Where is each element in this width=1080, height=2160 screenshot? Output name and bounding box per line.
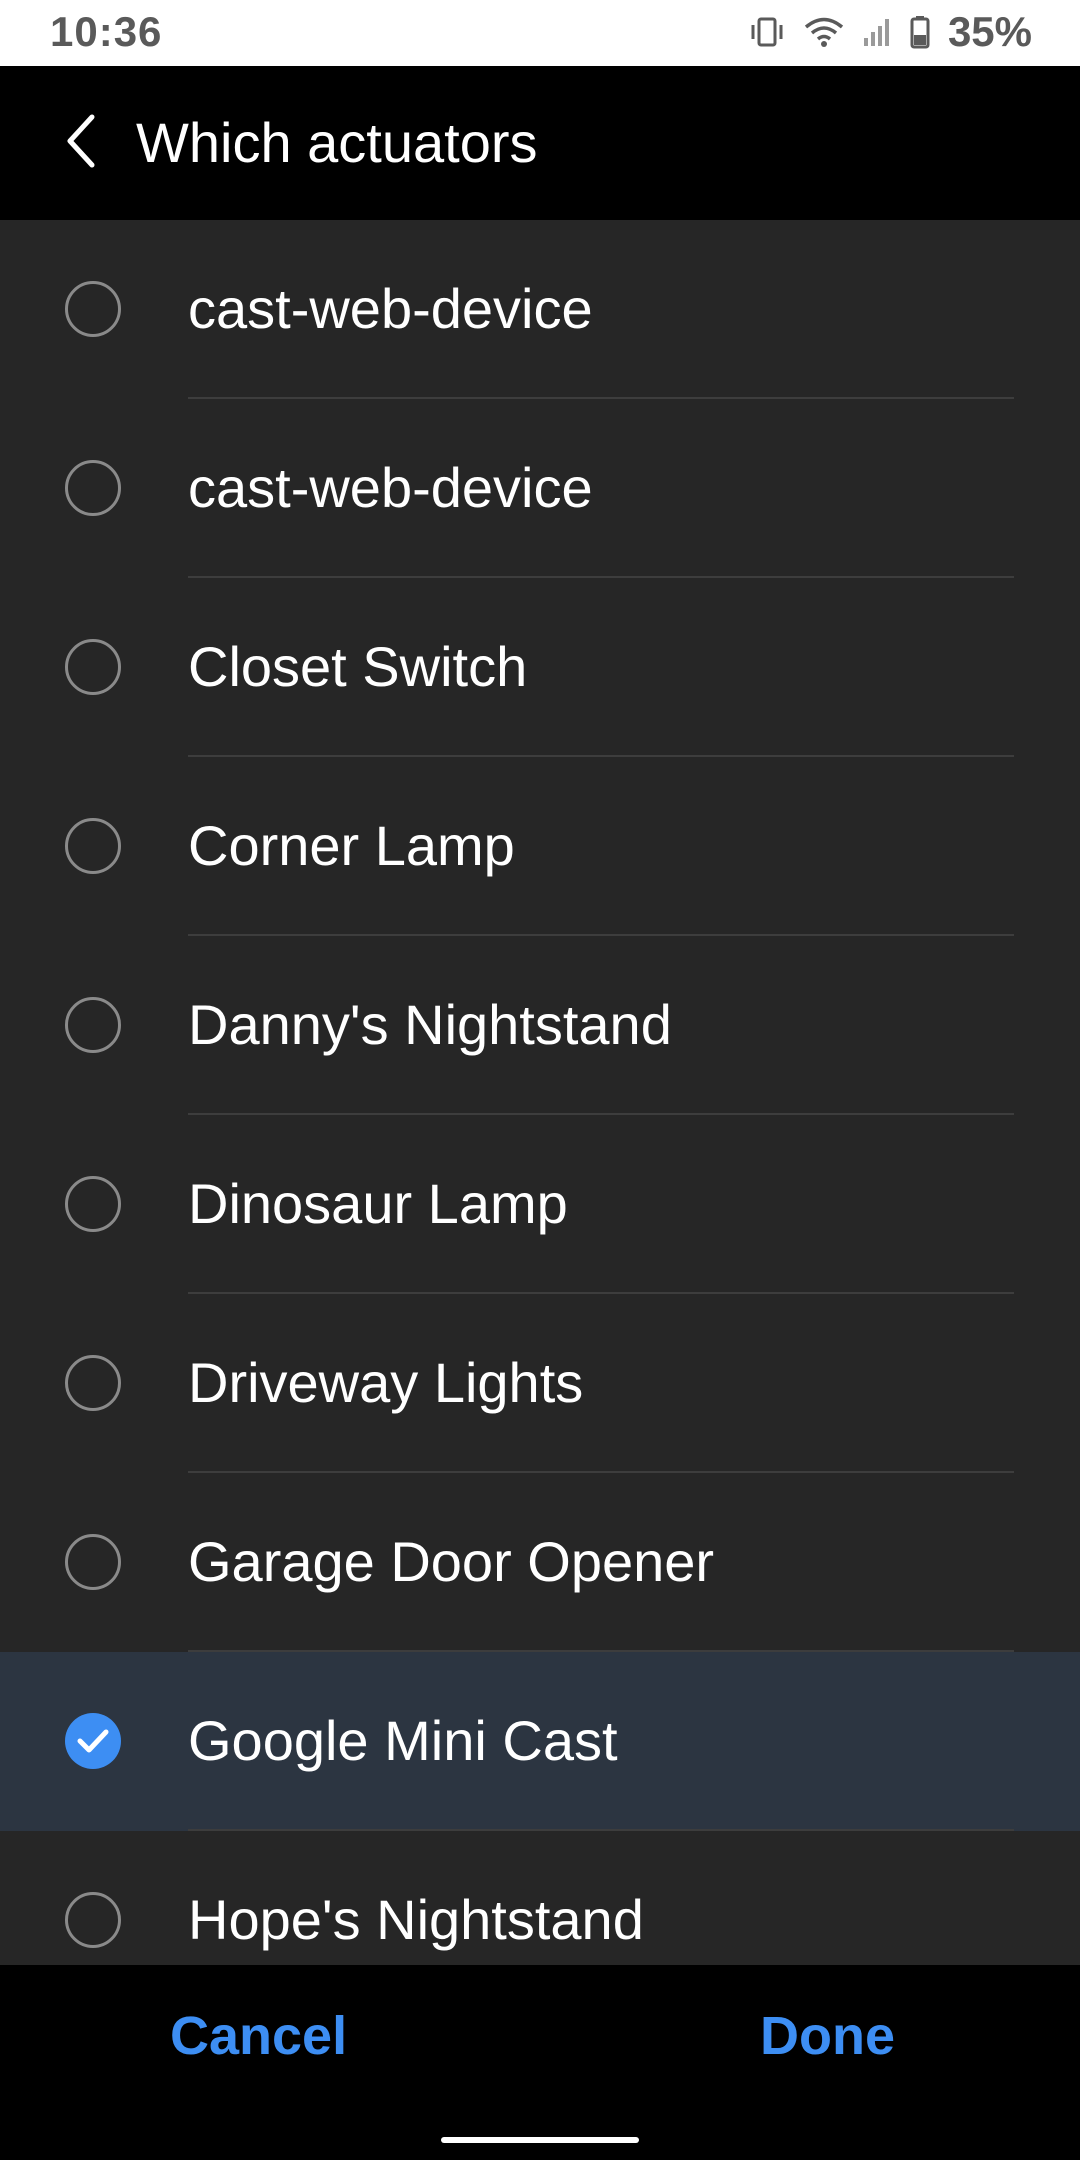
app-bar: Which actuators — [0, 66, 1080, 220]
radio-unchecked-icon[interactable] — [65, 460, 121, 516]
cancel-button[interactable]: Cancel — [170, 2005, 347, 2067]
chevron-left-icon — [62, 113, 102, 174]
page-title: Which actuators — [136, 111, 538, 174]
wifi-icon — [804, 16, 844, 48]
radio-unchecked-icon[interactable] — [65, 818, 121, 874]
home-indicator[interactable] — [441, 2137, 639, 2143]
radio-unchecked-icon[interactable] — [65, 1176, 121, 1232]
list-item[interactable]: Dinosaur Lamp — [0, 1115, 1080, 1294]
back-button[interactable] — [50, 111, 114, 175]
battery-icon — [910, 15, 930, 49]
actuator-list[interactable]: cast-web-device cast-web-device Closet Swi… — [0, 220, 1080, 1965]
radio-unchecked-icon[interactable] — [65, 997, 121, 1053]
vibrate-icon — [748, 16, 786, 48]
done-button[interactable]: Done — [760, 2005, 895, 2067]
list-item[interactable]: Driveway Lights — [0, 1294, 1080, 1473]
list-item-label: Dinosaur Lamp — [188, 1172, 568, 1235]
bottom-action-bar: Cancel Done — [0, 1965, 1080, 2160]
list-item-label: cast-web-device — [188, 277, 593, 340]
list-item-label: Closet Switch — [188, 635, 528, 698]
list-item[interactable]: Closet Switch — [0, 578, 1080, 757]
list-item[interactable]: Google Mini Cast — [0, 1652, 1080, 1831]
list-item[interactable]: Hope's Nightstand — [0, 1831, 1080, 1965]
status-bar: 10:36 35% — [0, 0, 1080, 66]
list-item-label: Corner Lamp — [188, 814, 515, 877]
list-item[interactable]: Corner Lamp — [0, 757, 1080, 936]
list-item[interactable]: Danny's Nightstand — [0, 936, 1080, 1115]
radio-unchecked-icon[interactable] — [65, 281, 121, 337]
list-item[interactable]: cast-web-device — [0, 220, 1080, 399]
radio-unchecked-icon[interactable] — [65, 1892, 121, 1948]
status-time: 10:36 — [50, 8, 163, 55]
radio-unchecked-icon[interactable] — [65, 639, 121, 695]
list-item-label: cast-web-device — [188, 456, 593, 519]
list-item-label: Google Mini Cast — [188, 1709, 618, 1772]
list-item[interactable]: Garage Door Opener — [0, 1473, 1080, 1652]
list-item-label: Danny's Nightstand — [188, 993, 672, 1056]
list-item-label: Hope's Nightstand — [188, 1888, 644, 1951]
battery-percentage: 35% — [947, 8, 1032, 55]
radio-checked-icon[interactable] — [65, 1713, 121, 1769]
checkmark-icon — [77, 1729, 109, 1753]
list-item-label: Garage Door Opener — [188, 1530, 715, 1593]
status-icons: 35% — [748, 6, 1032, 58]
cell-signal-icon — [862, 16, 892, 48]
radio-unchecked-icon[interactable] — [65, 1355, 121, 1411]
radio-unchecked-icon[interactable] — [65, 1534, 121, 1590]
list-item-label: Driveway Lights — [188, 1351, 584, 1414]
list-item[interactable]: cast-web-device — [0, 399, 1080, 578]
